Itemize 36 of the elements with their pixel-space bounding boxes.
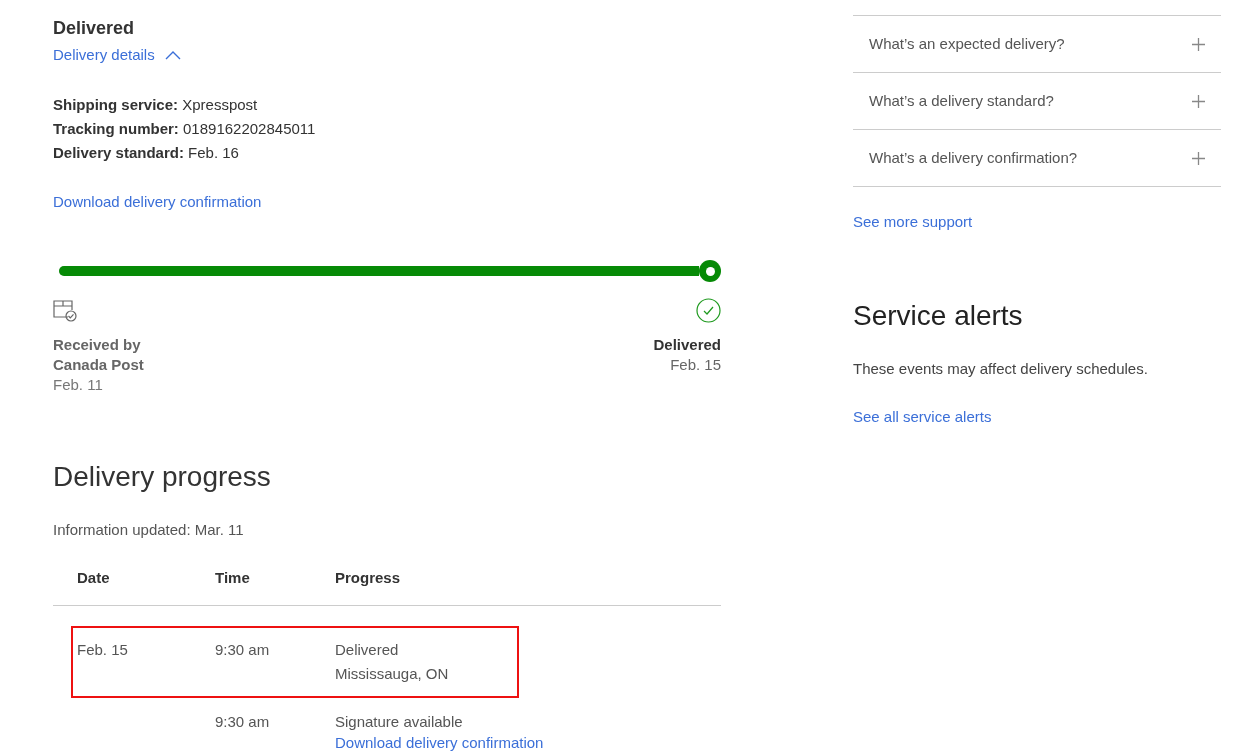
updated-text: Information updated: Mar. 11 <box>53 520 244 540</box>
plus-icon <box>1192 37 1205 51</box>
progress-text: Mississauga, ON <box>335 664 449 684</box>
progress-end-marker <box>699 260 721 282</box>
column-header: Progress <box>335 568 401 588</box>
delivery-details-toggle[interactable]: Delivery details <box>53 45 181 65</box>
status-title: Delivered <box>53 17 135 39</box>
faq-item[interactable]: What’s a delivery confirmation? <box>853 130 1221 187</box>
detail-line: Tracking number: 0189162202845011 <box>53 119 316 139</box>
check-circle-icon <box>696 298 721 323</box>
plus-icon <box>1192 94 1205 108</box>
date-cell: Feb. 15 <box>77 641 128 658</box>
detail-line: Shipping service: Xpresspost <box>53 95 258 115</box>
time-cell: 9:30 am <box>215 713 270 730</box>
milestone-title: Delivered <box>653 335 721 355</box>
section-heading: Delivery progress <box>53 460 271 494</box>
time-cell: 9:30 am <box>215 641 270 658</box>
faq-item[interactable]: What’s an expected delivery? <box>853 16 1221 73</box>
chevron-icon <box>164 50 181 60</box>
progress-text: Signature available <box>335 712 463 732</box>
download-confirmation-link[interactable]: Download delivery confirmation <box>53 192 262 212</box>
plus-icon <box>1192 151 1205 165</box>
milestone-date: Feb. 11 <box>53 375 103 395</box>
detail-line: Delivery standard: Feb. 16 <box>53 143 239 163</box>
download-confirmation-link[interactable]: Download delivery confirmation <box>335 734 544 752</box>
column-header: Time <box>215 568 250 588</box>
milestone-date: Feb. 15 <box>670 355 721 375</box>
alerts-description: These events may affect delivery schedules. <box>853 359 1148 379</box>
column-header: Date <box>77 568 110 588</box>
service-alerts-link[interactable]: See all service alerts <box>853 407 992 427</box>
progress-text: Delivered <box>335 640 399 660</box>
faq-item[interactable]: What’s a delivery standard? <box>853 73 1221 130</box>
see-more-support-link[interactable]: See more support <box>853 212 973 232</box>
milestone-title: Received by Canada Post <box>53 335 145 375</box>
section-heading: Service alerts <box>853 299 1023 333</box>
package-check-icon <box>53 298 78 322</box>
